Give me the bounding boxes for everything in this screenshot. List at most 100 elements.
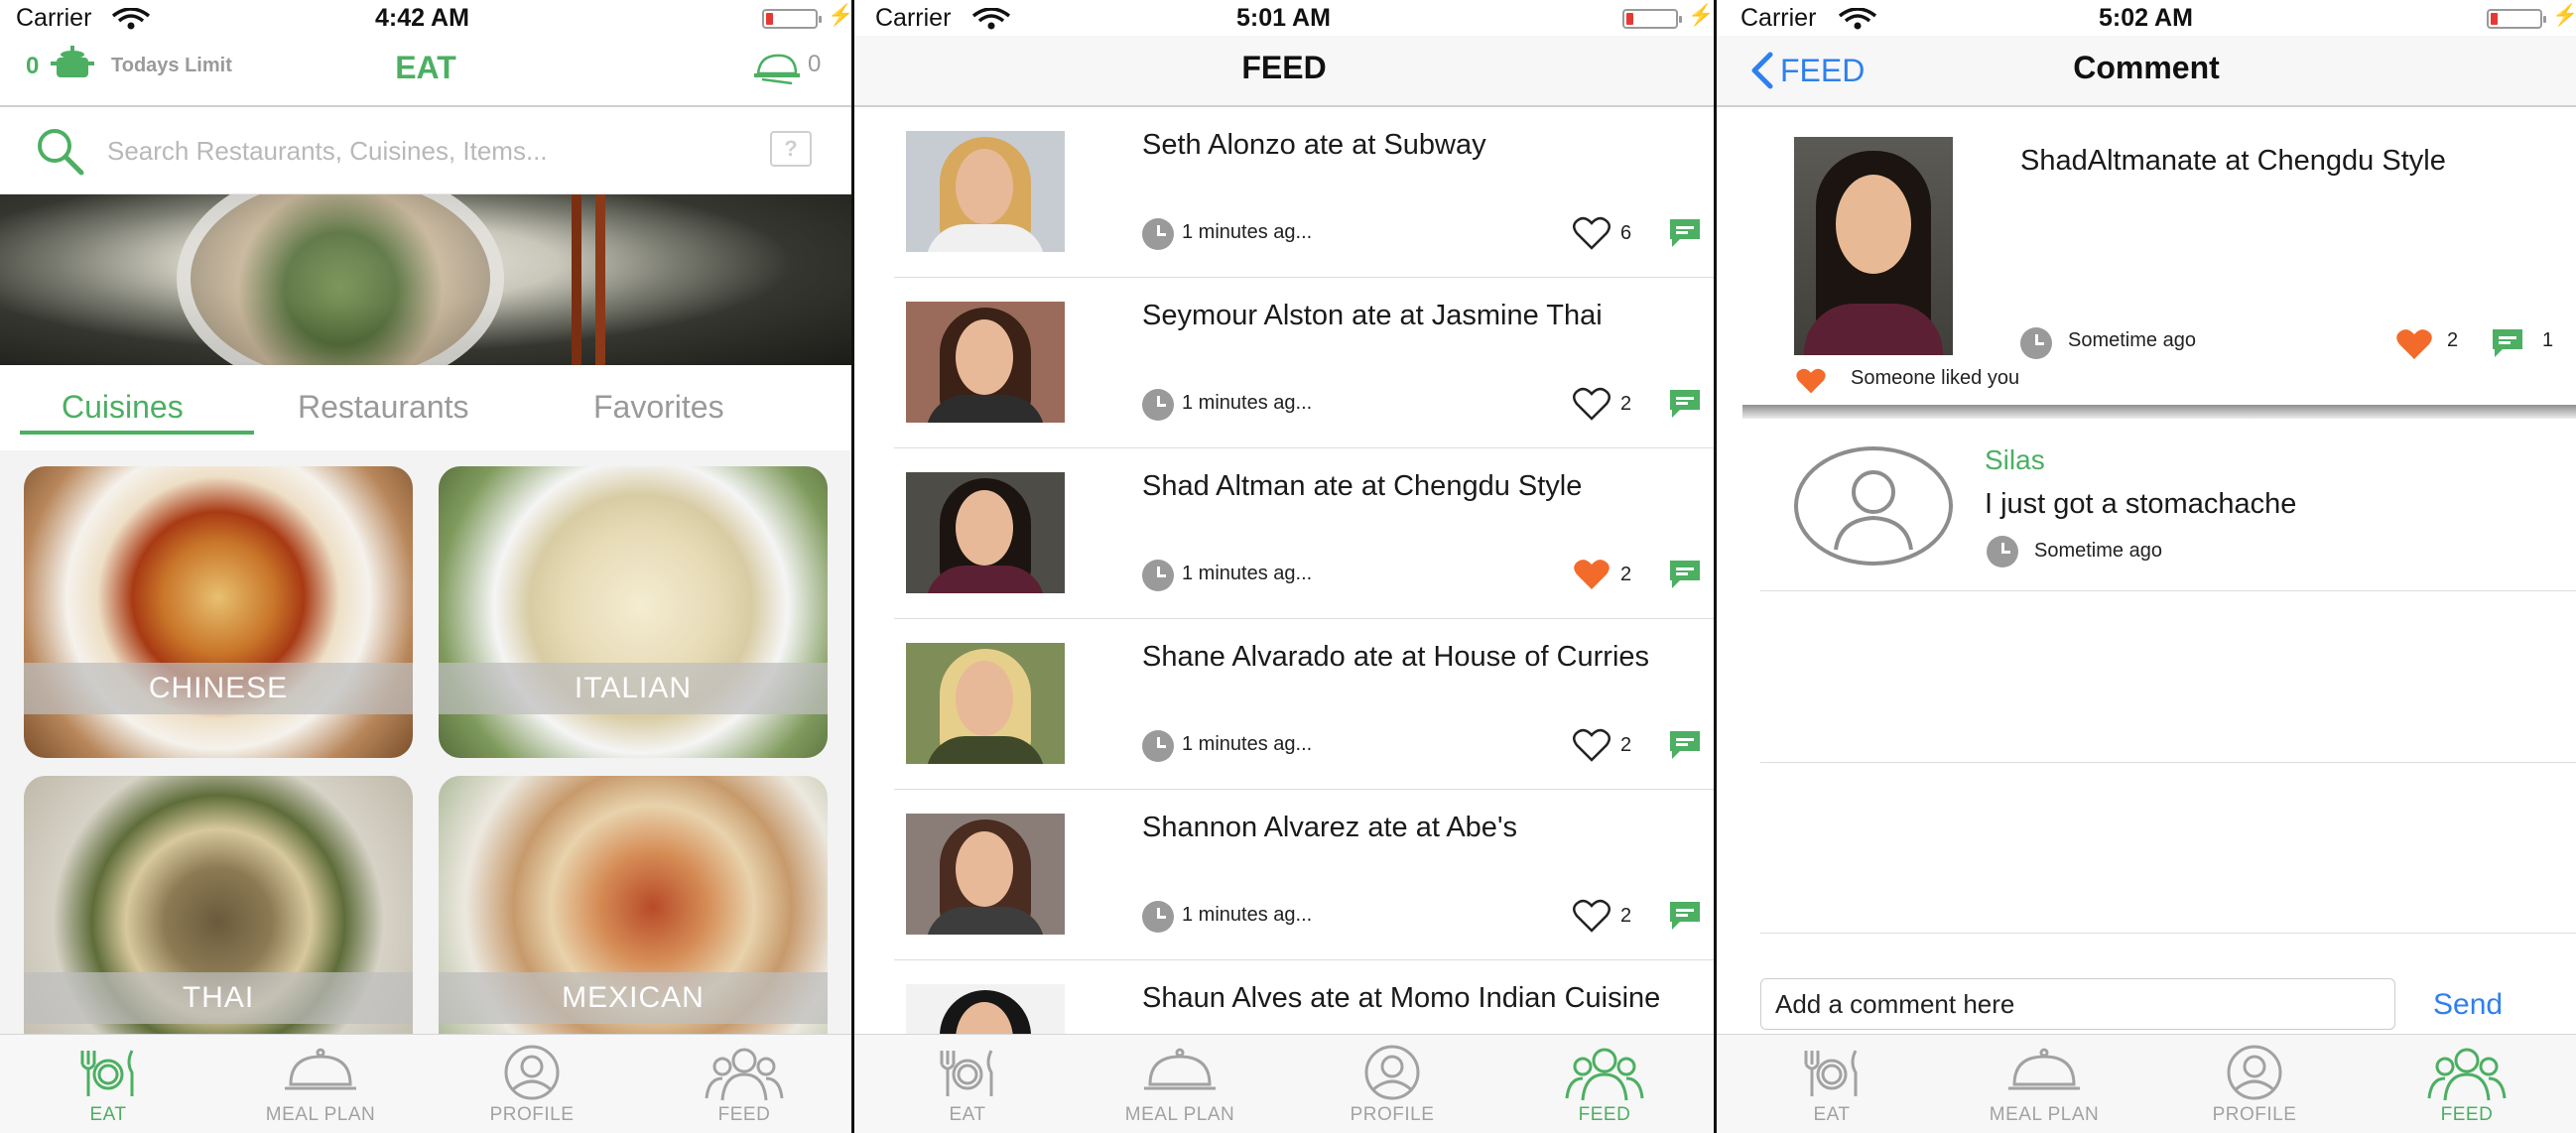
tabbar-item-meal-plan[interactable]: MEAL PLAN [1081,1035,1279,1133]
comment-input[interactable] [1760,978,2395,1030]
feed-item[interactable]: Seth Alonzo ate at Subway 1 minutes ag..… [894,107,1714,278]
clock-time: 5:01 AM [1236,4,1331,32]
tabbar-item-meal-plan[interactable]: MEAL PLAN [221,1035,420,1133]
comment-item: Silas I just got a stomachache Sometime … [1760,421,2576,591]
tabbar-item-feed[interactable]: FEED [2368,1035,2566,1133]
battery-icon [762,9,822,29]
cuisine-card-chinese[interactable]: CHINESE [24,466,413,758]
people-icon [2427,1048,2507,1101]
feed-item-time: 1 minutes ag... [1182,221,1313,243]
carrier-label: Carrier [16,4,92,32]
tabbar-item-profile[interactable]: PROFILE [1293,1035,1491,1133]
tabbar-item-profile[interactable]: PROFILE [433,1035,631,1133]
liked-notice: Someone liked you [1851,367,2020,389]
heart-filled-icon[interactable] [1573,558,1610,591]
people-icon [705,1048,784,1101]
avatar [906,643,1065,764]
separator [1760,762,2576,763]
cuisine-card-italian[interactable]: ITALIAN [439,466,828,758]
food-tray-icon[interactable] [752,46,802,85]
heart-outline-icon[interactable] [1573,899,1610,933]
heart-filled-icon[interactable] [2395,327,2433,361]
tabbar-label: MEAL PLAN [1124,1104,1235,1125]
like-count: 2 [1620,564,1632,585]
feed-item[interactable]: Shane Alvarado ate at House of Curries 1… [894,619,1714,790]
feed-item[interactable]: Shad Altman ate at Chengdu Style 1 minut… [894,448,1714,619]
tab-cuisines[interactable]: Cuisines [62,389,184,426]
heart-outline-icon[interactable] [1573,728,1610,762]
feed-item-time: 1 minutes ag... [1182,733,1313,755]
comment-icon[interactable] [1668,388,1702,420]
page-title: Comment [2073,50,2220,85]
status-bar: Carrier 5:02 AM ⚡ [1717,0,2576,36]
tabbar-item-feed[interactable]: FEED [645,1035,843,1133]
comment-screen: Carrier 5:02 AM ⚡ FEED Comment ShadAltma… [1717,0,2576,1133]
utensils-icon [940,1050,993,1096]
comment-time: Sometime ago [2034,540,2162,562]
cuisine-card-mexican[interactable]: MEXICAN [439,776,828,1068]
feed-item-title: Seth Alonzo ate at Subway [1142,129,1486,161]
tabbar-item-profile[interactable]: PROFILE [2155,1035,2354,1133]
utensils-icon [80,1050,134,1096]
wifi-icon [111,8,151,30]
tray-count: 0 [808,51,822,77]
comment-text: I just got a stomachache [1985,488,2297,520]
clock-time: 5:02 AM [2099,4,2193,32]
tabbar-label: MEAL PLAN [1989,1104,2100,1125]
comment-icon[interactable] [2491,327,2524,359]
feed-item[interactable]: Seymour Alston ate at Jasmine Thai 1 min… [894,278,1714,448]
battery-icon [2487,9,2546,29]
avatar [906,472,1065,593]
clock-icon [1987,536,2018,567]
tabbar-label: EAT [89,1104,127,1125]
search-icon[interactable] [34,125,85,177]
charging-icon: ⚡ [2552,4,2576,27]
tabbar-item-meal-plan[interactable]: MEAL PLAN [1945,1035,2143,1133]
comment-icon[interactable] [1668,900,1702,932]
clock-icon [1142,218,1174,250]
feed-item-title: Shad Altman ate at Chengdu Style [1142,470,1583,502]
eat-screen: Carrier 4:42 AM ⚡ 0 Todays Limit EAT 0 ?… [0,0,854,1133]
like-count: 2 [1620,905,1632,927]
feed-screen: Carrier 5:01 AM ⚡ FEED Seth Alonzo ate a… [854,0,1717,1133]
tabbar-item-feed[interactable]: FEED [1505,1035,1704,1133]
feed-item-time: 1 minutes ag... [1182,904,1313,926]
feed-item-title: Seymour Alston ate at Jasmine Thai [1142,300,1603,331]
heart-outline-icon[interactable] [1573,216,1610,250]
tabbar-item-eat[interactable]: EAT [868,1035,1067,1133]
comment-icon[interactable] [1668,729,1702,761]
heart-filled-icon [1796,368,1826,394]
help-icon[interactable]: ? [770,131,812,167]
tabbar-item-eat[interactable]: EAT [1733,1035,1931,1133]
food-banner-image [0,194,851,365]
feed-header: FEED [854,36,1714,107]
profile-icon [2227,1045,2282,1100]
carrier-label: Carrier [875,4,952,32]
tab-favorites[interactable]: Favorites [593,389,724,426]
search-input[interactable] [107,131,722,171]
feed-item[interactable]: Shannon Alvarez ate at Abe's 1 minutes a… [894,790,1714,960]
clock-icon [1142,389,1174,421]
comment-icon[interactable] [1668,217,1702,249]
tabbar-label: FEED [2440,1104,2494,1125]
wifi-icon [971,8,1011,30]
tabbar-item-eat[interactable]: EAT [9,1035,207,1133]
avatar [906,984,1065,1034]
comment-icon[interactable] [1668,559,1702,590]
comment-author[interactable]: Silas [1985,444,2045,476]
tabbar-label: FEED [717,1104,771,1125]
comment-composer: Send [1717,978,2576,1034]
post-detail: ShadAltmanate at Chengdu Style Sometime … [1717,107,2576,425]
heart-outline-icon[interactable] [1573,387,1610,421]
tab-bar: EAT MEAL PLAN PROFILE FEED [0,1034,851,1133]
tabbar-label: FEED [1578,1104,1631,1125]
cuisine-card-thai[interactable]: THAI [24,776,413,1068]
post-time: Sometime ago [2068,329,2196,351]
feed-item-time: 1 minutes ag... [1182,392,1313,414]
status-bar: Carrier 4:42 AM ⚡ [0,0,851,36]
feed-item[interactable]: Shaun Alves ate at Momo Indian Cuisine [894,960,1714,1034]
tab-restaurants[interactable]: Restaurants [298,389,469,426]
send-button[interactable]: Send [2433,988,2503,1022]
tabbar-label: EAT [1813,1104,1851,1125]
page-title: FEED [1241,50,1327,85]
